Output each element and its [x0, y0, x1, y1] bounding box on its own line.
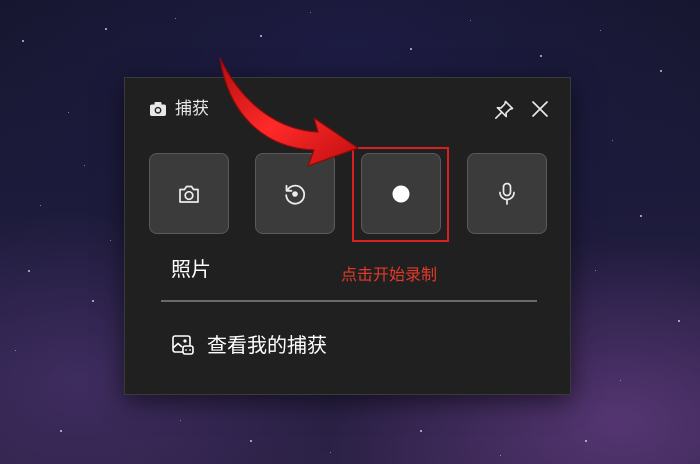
- view-my-captures-link[interactable]: 查看我的捕获: [171, 330, 431, 360]
- microphone-button[interactable]: [467, 153, 547, 234]
- pin-icon[interactable]: [493, 99, 515, 121]
- camera-icon: [150, 102, 166, 116]
- camera-icon: [179, 185, 199, 203]
- capture-widget: 捕获 照片 点击开始录制 查看我的捕获: [124, 77, 571, 395]
- annotation-text: 点击开始录制: [341, 265, 438, 284]
- widget-title: 捕获: [175, 99, 209, 119]
- view-my-captures-label: 查看我的捕获: [207, 333, 327, 357]
- record-button-highlight: [352, 147, 449, 242]
- photo-button[interactable]: [149, 153, 229, 234]
- replay-icon: [285, 184, 306, 204]
- close-icon[interactable]: [529, 98, 551, 120]
- divider: [161, 300, 537, 302]
- recent-recording-button[interactable]: [255, 153, 335, 234]
- widget-titlebar: 捕获: [125, 78, 570, 140]
- gallery-icon: [172, 335, 194, 355]
- microphone-icon: [499, 182, 515, 205]
- selected-mode-label: 照片: [171, 257, 211, 281]
